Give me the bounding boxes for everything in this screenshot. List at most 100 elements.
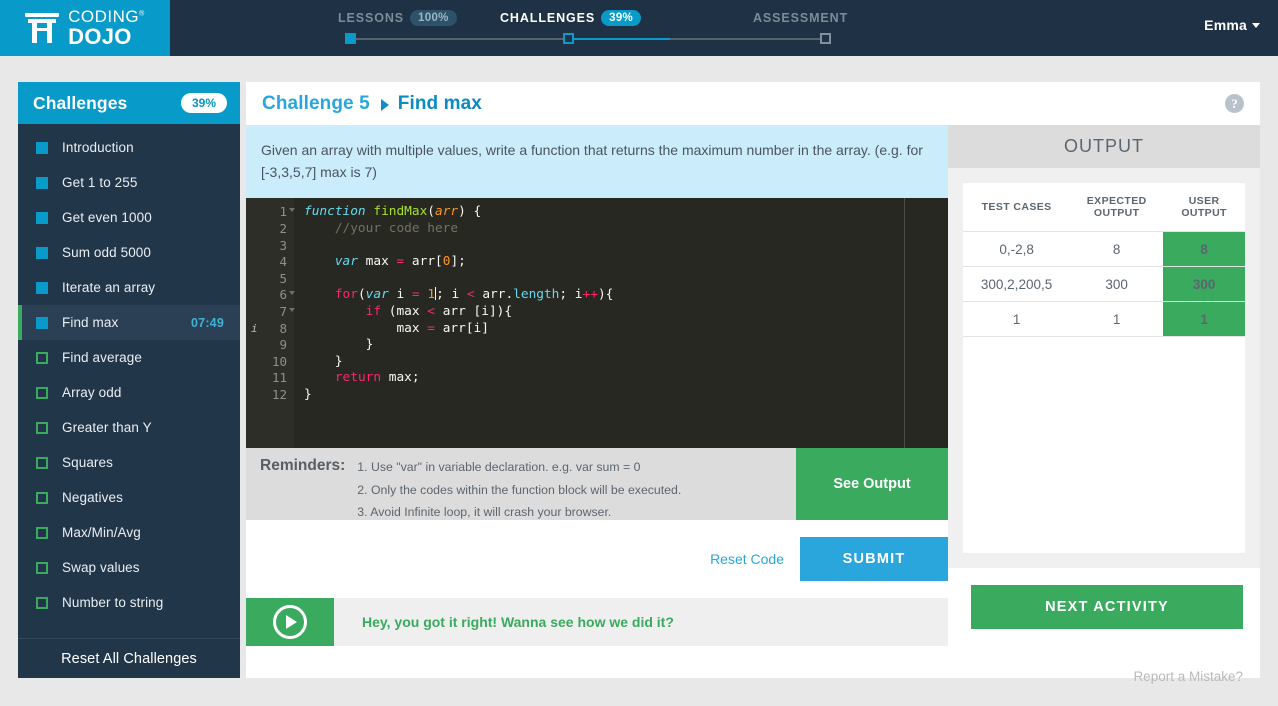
progress-step-lessons-label: LESSONS bbox=[338, 11, 405, 25]
completed-icon bbox=[36, 141, 48, 154]
progress-node-challenges[interactable] bbox=[563, 33, 574, 44]
page-title: Find max bbox=[397, 92, 482, 114]
sidebar-item-label: Greater than Y bbox=[62, 420, 152, 435]
code-line: function findMax(arr) { bbox=[304, 204, 482, 220]
cell-test-case: 0,-2,8 bbox=[963, 231, 1071, 267]
editor-line-number: 1 bbox=[246, 204, 295, 221]
play-video-button[interactable] bbox=[246, 598, 334, 647]
incomplete-icon bbox=[36, 456, 48, 469]
incomplete-icon bbox=[36, 386, 48, 399]
output-body: TEST CASES EXPECTED OUTPUT USER OUTPUT 0… bbox=[948, 168, 1260, 568]
sidebar-item-greater-than-y[interactable]: Greater than Y bbox=[18, 410, 240, 445]
challenge-timer: 07:49 bbox=[191, 315, 224, 330]
chevron-down-icon bbox=[1252, 22, 1260, 28]
editor-info-marker[interactable]: i bbox=[251, 321, 258, 338]
table-header-row: TEST CASES EXPECTED OUTPUT USER OUTPUT bbox=[963, 183, 1245, 232]
sidebar-header: Challenges 39% bbox=[18, 82, 240, 124]
sidebar-item-negatives[interactable]: Negatives bbox=[18, 480, 240, 515]
help-icon[interactable]: ? bbox=[1225, 94, 1244, 113]
code-line: //your code here bbox=[304, 220, 459, 236]
sidebar-progress-badge: 39% bbox=[180, 93, 227, 113]
output-panel: OUTPUT TEST CASES EXPECTED OUTPUT USER O… bbox=[948, 125, 1260, 684]
editor-line-number: 10 bbox=[271, 353, 287, 369]
progress-step-challenges-label: CHALLENGES bbox=[500, 11, 596, 25]
sidebar-item-label: Get 1 to 255 bbox=[62, 175, 138, 190]
sidebar-item-number-to-string[interactable]: Number to string bbox=[18, 585, 240, 620]
action-buttons-row: Reset Code SUBMIT bbox=[246, 520, 948, 598]
sidebar-item-max-min-avg[interactable]: Max/Min/Avg bbox=[18, 515, 240, 550]
sidebar-item-introduction[interactable]: Introduction bbox=[18, 130, 240, 165]
code-line: for(var i = 1; i < arr.length; i++){ bbox=[334, 287, 614, 303]
editor-line-number: 7 bbox=[246, 304, 295, 321]
reset-all-challenges-button[interactable]: Reset All Challenges bbox=[18, 638, 240, 678]
editor-code-area[interactable]: function findMax(arr) { //your code here… bbox=[294, 198, 948, 449]
editor-line-number: 2 bbox=[279, 220, 287, 236]
editor-line-number: i8 bbox=[251, 320, 287, 338]
submit-button[interactable]: SUBMIT bbox=[800, 537, 948, 582]
completed-icon bbox=[36, 211, 48, 224]
progress-step-lessons-percent: 100% bbox=[410, 10, 457, 26]
sidebar-item-get-1-to-255[interactable]: Get 1 to 255 bbox=[18, 165, 240, 200]
sidebar-item-get-even-1000[interactable]: Get even 1000 bbox=[18, 200, 240, 235]
logo-line2: DOJO bbox=[68, 24, 132, 49]
editor-line-number: 5 bbox=[279, 270, 287, 286]
table-row: 111 bbox=[963, 301, 1245, 337]
progress-step-assessment-label: ASSESSMENT bbox=[753, 11, 849, 25]
code-line: } bbox=[304, 337, 374, 353]
incomplete-icon bbox=[36, 351, 48, 364]
table-row: 0,-2,8 8 8 bbox=[963, 231, 1245, 267]
torii-gate-icon bbox=[25, 13, 60, 43]
breadcrumb-challenge-number[interactable]: Challenge 5 bbox=[262, 93, 370, 115]
cell-test-case: 1 bbox=[963, 301, 1071, 337]
cell-expected-output: 1 bbox=[1070, 301, 1164, 337]
cell-user-output: 1 bbox=[1163, 301, 1245, 337]
progress-node-lessons[interactable] bbox=[345, 33, 356, 44]
sidebar-item-label: Introduction bbox=[62, 140, 134, 155]
logo[interactable]: CODING® DOJO bbox=[0, 0, 170, 56]
challenge-instructions: Given an array with multiple values, wri… bbox=[246, 125, 948, 199]
sidebar-item-array-odd[interactable]: Array odd bbox=[18, 375, 240, 410]
progress-step-challenges[interactable]: CHALLENGES 39% bbox=[500, 10, 642, 27]
see-output-button[interactable]: See Output bbox=[796, 448, 948, 521]
reset-code-link[interactable]: Reset Code bbox=[710, 551, 800, 567]
cell-user-output: 8 bbox=[1163, 231, 1245, 267]
completed-icon bbox=[36, 281, 48, 294]
progress-step-assessment[interactable]: ASSESSMENT bbox=[753, 11, 848, 25]
progress-node-assessment[interactable] bbox=[820, 33, 831, 44]
logo-trademark: ® bbox=[139, 10, 145, 18]
sidebar-item-iterate-an-array[interactable]: Iterate an array bbox=[18, 270, 240, 305]
code-line: } bbox=[304, 386, 312, 402]
code-line: return max; bbox=[334, 370, 420, 386]
sidebar-item-label: Swap values bbox=[62, 560, 140, 575]
progress-step-lessons[interactable]: LESSONS 100% bbox=[338, 10, 457, 27]
sidebar-item-list[interactable]: Introduction Get 1 to 255 Get even 1000 Sum… bbox=[18, 124, 240, 638]
cell-test-case: 300,2,200,5 bbox=[963, 266, 1071, 302]
cell-user-output: 300 bbox=[1163, 266, 1245, 302]
sidebar-item-label: Sum odd 5000 bbox=[62, 245, 152, 260]
sidebar-item-find-max[interactable]: Find max 07:49 bbox=[18, 305, 240, 340]
sidebar-item-squares[interactable]: Squares bbox=[18, 445, 240, 480]
sidebar-item-label: Get even 1000 bbox=[62, 210, 152, 225]
next-activity-row: NEXT ACTIVITY bbox=[948, 568, 1260, 646]
success-message[interactable]: Hey, you got it right! Wanna see how we … bbox=[334, 598, 948, 647]
incomplete-icon bbox=[36, 421, 48, 434]
sidebar-item-label: Squares bbox=[62, 455, 113, 470]
challenge-header: Challenge 5 Find max ? bbox=[246, 82, 1260, 125]
sidebar-item-label: Number to string bbox=[62, 595, 164, 610]
editor-line-number: 6 bbox=[246, 287, 295, 304]
main-panel: Challenge 5 Find max ? Given an array wi… bbox=[246, 82, 1260, 684]
incomplete-icon bbox=[36, 561, 48, 574]
code-editor[interactable]: 1 2 3 4 5 6 7 i 8 9 10 11 12 function findMax(arr) {… bbox=[246, 198, 948, 449]
user-menu[interactable]: Emma bbox=[1204, 17, 1260, 33]
success-banner: Hey, you got it right! Wanna see how we … bbox=[246, 598, 948, 647]
sidebar-item-find-average[interactable]: Find average bbox=[18, 340, 240, 375]
report-mistake-link[interactable]: Report a Mistake? bbox=[948, 646, 1260, 706]
next-activity-button[interactable]: NEXT ACTIVITY bbox=[971, 585, 1243, 629]
sidebar-item-label: Max/Min/Avg bbox=[62, 525, 141, 540]
sidebar-item-swap-values[interactable]: Swap values bbox=[18, 550, 240, 585]
sidebar-item-label: Iterate an array bbox=[62, 280, 156, 295]
sidebar-item-sum-odd-5000[interactable]: Sum odd 5000 bbox=[18, 235, 240, 270]
reminder-line: 1. Use "var" in variable declaration. e.… bbox=[357, 460, 641, 475]
